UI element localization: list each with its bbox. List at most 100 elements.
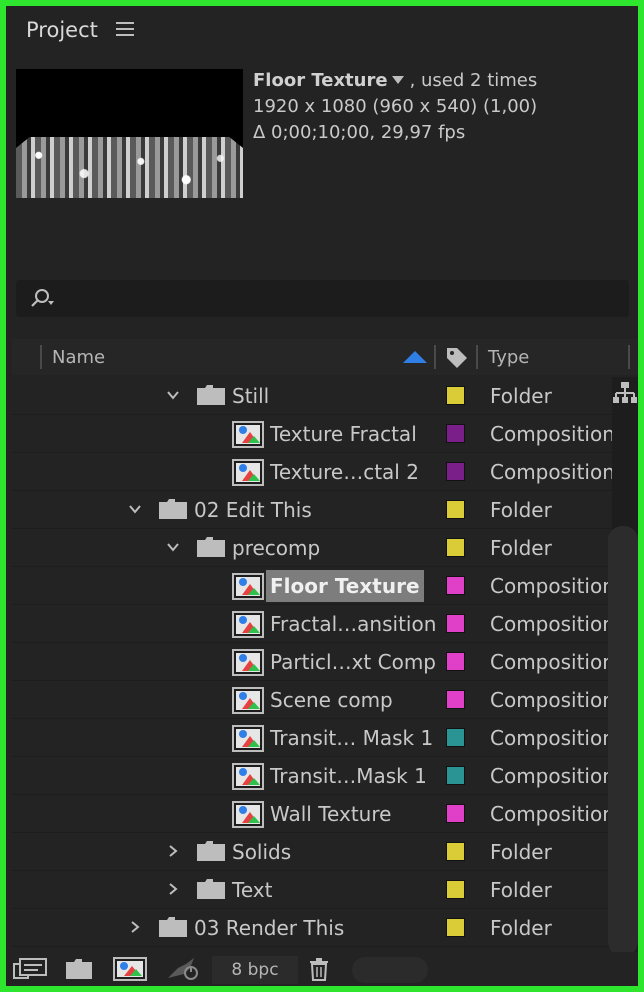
preview-info: Floor Texture , used 2 times 1920 x 1080 … [253,68,537,146]
project-settings-icon[interactable] [164,956,204,982]
composition-row[interactable]: Particl…xt Comp Composition [12,643,612,681]
label-color-swatch[interactable] [446,424,465,443]
composition-row[interactable]: Transit…Mask 1 Composition [12,757,612,795]
chevron-right-icon[interactable] [128,920,142,934]
panel-footer: 8 bpc [6,952,638,986]
sort-ascending-icon[interactable] [403,351,427,363]
composition-row[interactable]: Wall Texture Composition [12,795,612,833]
label-tag-icon[interactable] [444,345,470,369]
preview-title-line: Floor Texture , used 2 times [253,68,537,94]
item-name[interactable]: Floor Texture [266,570,424,602]
label-color-swatch[interactable] [446,728,465,747]
item-name[interactable]: Texture Fractal [266,418,421,450]
label-color-swatch[interactable] [446,614,465,633]
chevron-right-icon[interactable] [166,882,180,896]
chevron-right-icon[interactable] [166,844,180,858]
column-divider[interactable] [434,345,436,369]
label-color-swatch[interactable] [446,576,465,595]
panel-header: Project [6,6,638,52]
column-divider[interactable] [476,345,478,369]
item-type: Composition [490,612,612,636]
floor-texture-image [16,137,243,198]
chevron-down-icon[interactable] [166,388,180,402]
folder-row[interactable]: Still Folder [12,377,612,415]
label-color-swatch[interactable] [446,880,465,899]
chevron-down-icon[interactable] [166,540,180,554]
item-name[interactable]: Solids [228,836,295,868]
composition-row[interactable]: Transit… Mask 1 Composition [12,719,612,757]
label-color-swatch[interactable] [446,652,465,671]
folder-row[interactable]: 03 Render This Folder [12,909,612,947]
item-name[interactable]: Text [228,874,276,906]
label-color-swatch[interactable] [446,804,465,823]
item-name[interactable]: Fractal…ansition [266,608,440,640]
panel-title[interactable]: Project [26,18,98,42]
label-color-swatch[interactable] [446,690,465,709]
item-type: Folder [490,840,552,864]
folder-icon [197,385,225,405]
folder-icon [159,917,187,937]
search-input[interactable] [16,280,629,317]
label-color-swatch[interactable] [446,538,465,557]
trash-icon[interactable] [306,956,332,982]
scrollbar-thumb[interactable] [608,526,638,956]
preview-item-name[interactable]: Floor Texture [253,70,388,91]
item-name[interactable]: 02 Edit This [190,494,316,526]
item-name[interactable]: Texture…ctal 2 [266,456,423,488]
item-name[interactable]: precomp [228,532,324,564]
column-name[interactable]: Name [52,347,105,368]
composition-row[interactable]: Floor Texture Composition [12,567,612,605]
folder-row[interactable]: Solids Folder [12,833,612,871]
column-header: Name Type [12,339,638,375]
column-divider[interactable] [628,345,630,369]
column-divider[interactable] [40,345,42,369]
item-name[interactable]: Transit… Mask 1 [266,722,437,754]
label-color-swatch[interactable] [446,842,465,861]
composition-icon [232,421,264,448]
new-composition-icon[interactable] [112,956,148,982]
new-folder-icon[interactable] [64,956,94,982]
chevron-down-icon[interactable] [128,502,142,516]
search-icon[interactable] [30,289,56,309]
item-name[interactable]: Wall Texture [266,798,395,830]
composition-icon [232,763,264,790]
item-name[interactable]: Particl…xt Comp [266,646,440,678]
composition-icon [232,687,264,714]
item-name[interactable]: Transit…Mask 1 [266,760,431,792]
preview-resolution: 1920 x 1080 (960 x 540) (1,00) [253,96,538,117]
composition-icon [232,573,264,600]
label-color-swatch[interactable] [446,918,465,937]
folder-row[interactable]: precomp Folder [12,529,612,567]
folder-row[interactable]: Text Folder [12,871,612,909]
preview-thumbnail [16,69,243,198]
item-name[interactable]: Scene comp [266,684,397,716]
composition-icon [232,801,264,828]
composition-row[interactable]: Texture Fractal Composition [12,415,612,453]
folder-row[interactable]: 02 Edit This Folder [12,491,612,529]
item-type: Composition [490,688,612,712]
composition-row[interactable]: Scene comp Composition [12,681,612,719]
flowchart-icon[interactable] [612,380,638,410]
item-type: Folder [490,878,552,902]
bit-depth-button[interactable]: 8 bpc [212,956,298,984]
composition-icon [232,649,264,676]
label-color-swatch[interactable] [446,766,465,785]
folder-icon [197,879,225,899]
item-type: Folder [490,384,552,408]
footer-slider[interactable] [352,957,428,983]
composition-row[interactable]: Texture…ctal 2 Composition [12,453,612,491]
item-type: Folder [490,536,552,560]
composition-row[interactable]: Fractal…ansition Composition [12,605,612,643]
label-color-swatch[interactable] [446,500,465,519]
item-name[interactable]: 03 Render This [190,912,348,944]
item-type: Composition [490,422,612,446]
hamburger-menu-icon[interactable] [116,22,134,36]
item-name[interactable]: Still [228,380,273,412]
usage-dropdown-icon[interactable] [391,76,404,84]
label-color-swatch[interactable] [446,462,465,481]
column-type[interactable]: Type [488,347,529,368]
label-color-swatch[interactable] [446,386,465,405]
interpret-footage-icon[interactable] [12,956,50,982]
folder-icon [197,841,225,861]
app-frame: Project Floor Texture , used 2 times 1920… [0,0,644,992]
